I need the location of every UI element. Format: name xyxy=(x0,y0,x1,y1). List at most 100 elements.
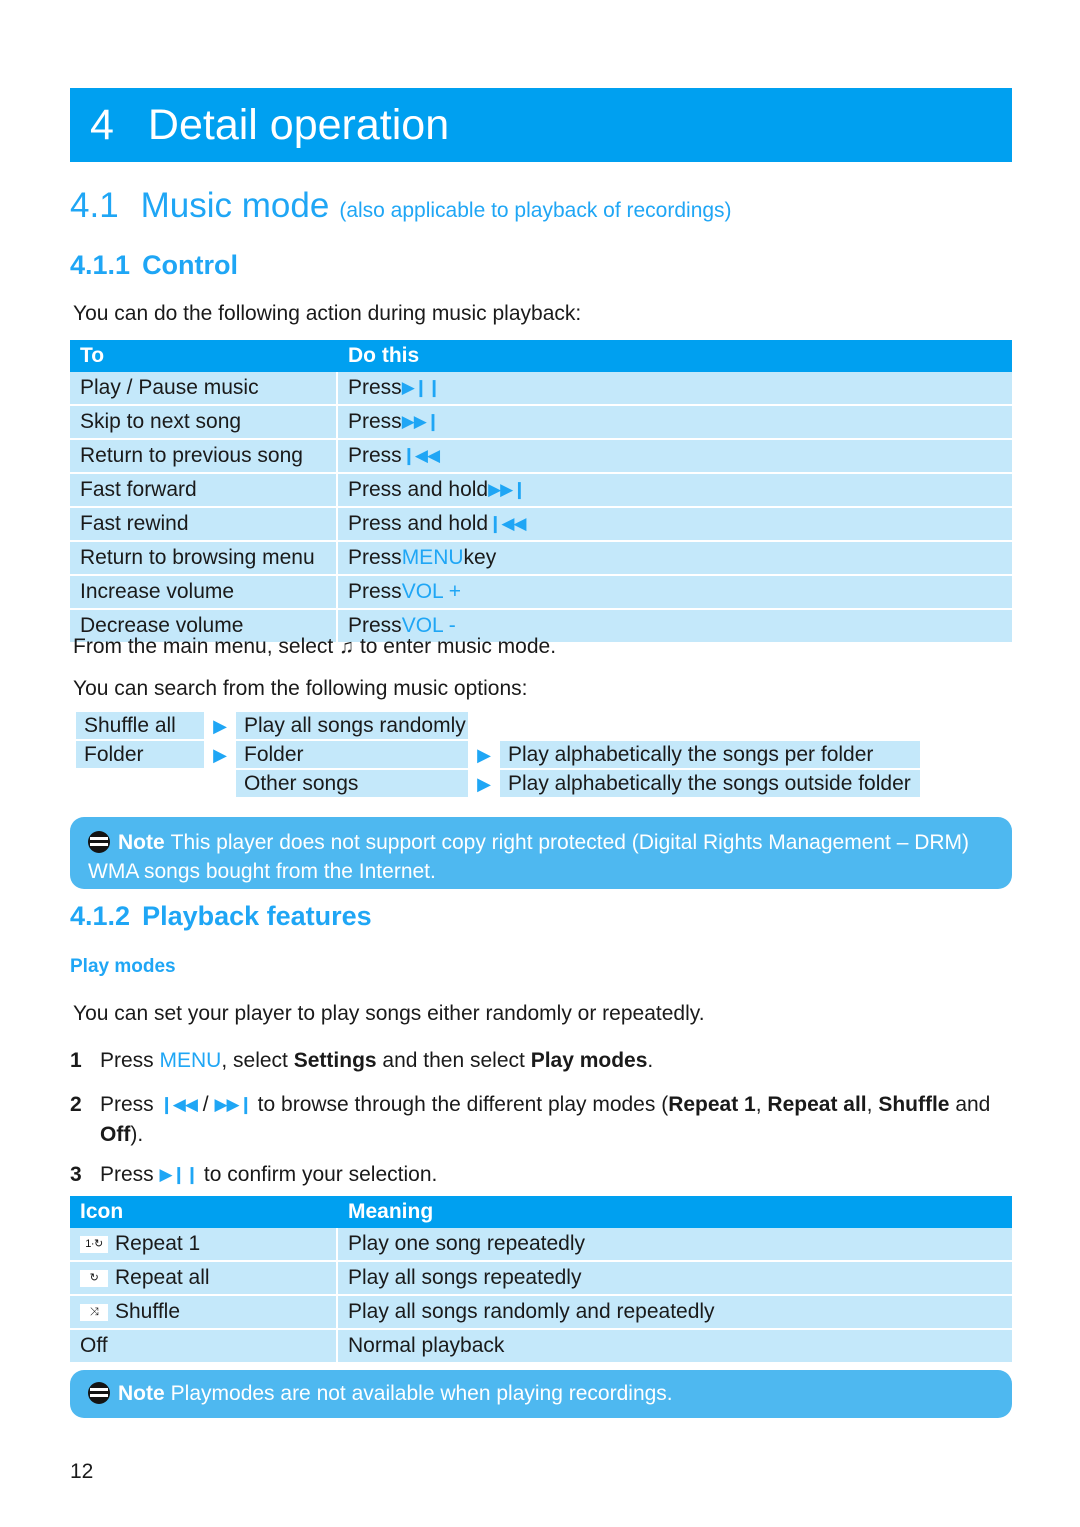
transport-icon: ▶❙❙ xyxy=(159,1165,200,1184)
control-table-header: To Do this xyxy=(70,340,1012,372)
step-text: Press ▶❙❙ to confirm your selection. xyxy=(100,1160,1010,1190)
section-title: Music mode xyxy=(140,186,330,225)
chapter-title: Detail operation xyxy=(147,100,450,149)
plain-text: to browse through the different play mod… xyxy=(251,1093,669,1116)
note-playmodes-text: Playmodes are not available when playing… xyxy=(170,1382,673,1405)
arrow-right-icon: ▶ xyxy=(468,712,500,741)
section-subtitle: (also applicable to playback of recordin… xyxy=(339,199,732,222)
section-number: 4.1 xyxy=(70,186,119,225)
table-row: Fast forward Press and hold ▶▶❙ xyxy=(70,472,1012,506)
enter-music-mode-after: to enter music mode. xyxy=(359,635,557,658)
note-playmodes: Note Playmodes are not available when pla… xyxy=(70,1370,1012,1418)
press-label: Press xyxy=(348,410,402,433)
plain-text: to confirm your selection. xyxy=(198,1163,438,1186)
note-icon xyxy=(88,1382,110,1404)
diagram-option-level1: Folder xyxy=(76,741,204,770)
table-row: 1·↻ Repeat 1 Play one song repeatedly xyxy=(70,1228,1012,1260)
table-row: Return to previous song Press ❙◀◀ xyxy=(70,438,1012,472)
search-options-line: You can search from the following music … xyxy=(73,677,528,700)
note-drm-label: Note xyxy=(118,831,165,854)
key-label: VOL + xyxy=(401,580,462,603)
chapter-banner: 4 Detail operation xyxy=(70,88,1012,162)
chapter-number: 4 xyxy=(90,100,114,149)
control-intro-text: You can do the following action during m… xyxy=(73,302,582,325)
play-mode-label: Repeat all xyxy=(115,1266,210,1289)
table-row: Increase volume Press VOL + xyxy=(70,574,1012,608)
arrow-right-icon: ▶ xyxy=(477,774,491,794)
table-row: Off Normal playback xyxy=(70,1328,1012,1362)
table-row: ↻ Repeat all Play all songs repeatedly xyxy=(70,1260,1012,1294)
emphasis-text: Repeat 1 xyxy=(668,1093,756,1116)
play-mode-label: Off xyxy=(80,1334,108,1357)
control-action-label: Return to previous song xyxy=(70,440,338,472)
diagram-option-level1: Shuffle all xyxy=(76,712,204,741)
control-instruction: Press and hold ❙◀◀ xyxy=(338,508,1012,540)
step-text: Press MENU, select Settings and then sel… xyxy=(100,1046,1010,1076)
arrow-right-icon: ▶ xyxy=(213,716,227,736)
table-row: Fast rewind Press and hold ❙◀◀ xyxy=(70,506,1012,540)
play-mode-label: Repeat 1 xyxy=(115,1232,201,1255)
control-action-label: Skip to next song xyxy=(70,406,338,438)
control-instruction: Press MENU key xyxy=(338,542,1012,574)
plain-text: / xyxy=(196,1093,215,1116)
step-item: 1 Press MENU, select Settings and then se… xyxy=(70,1046,1010,1076)
arrow-right-icon: ▶ xyxy=(213,745,227,765)
previous-track-icon: ❙◀◀ xyxy=(488,513,526,533)
note-drm-text: This player does not support copy right … xyxy=(88,831,970,883)
plain-text: Press xyxy=(100,1163,160,1186)
emphasis-text: Shuffle xyxy=(878,1093,950,1116)
music-options-diagram: Shuffle all▶Play all songs randomly▶Fold… xyxy=(76,712,976,799)
table-row: Return to browsing menu Press MENU key xyxy=(70,540,1012,574)
step-number: 1 xyxy=(70,1049,82,1072)
control-action-label: Fast rewind xyxy=(70,508,338,540)
control-instruction: Press ▶▶❙ xyxy=(338,406,1012,438)
press-label: Press and hold xyxy=(348,478,489,501)
play-mode-meaning: Normal playback xyxy=(348,1334,505,1357)
shuffle-icon: ⤨ xyxy=(80,1303,108,1321)
playback-intro-text: You can set your player to play songs ei… xyxy=(73,1002,705,1025)
table-row: Skip to next song Press ▶▶❙ xyxy=(70,404,1012,438)
next-track-icon: ▶▶❙ xyxy=(488,479,526,499)
table-row: Play / Pause music Press ▶❙❙ xyxy=(70,372,1012,404)
control-action-label: Play / Pause music xyxy=(70,372,338,404)
diagram-row: Folder ▶ Folder ▶ Play alphabetically the so… xyxy=(76,741,976,770)
key-label: MENU xyxy=(159,1049,222,1072)
repeat-all-icon: ↻ xyxy=(80,1269,108,1287)
table-row: ⤨ Shuffle Play all songs randomly and repe… xyxy=(70,1294,1012,1328)
play-mode-meaning: Play one song repeatedly xyxy=(348,1232,585,1255)
diagram-option-level2: Folder xyxy=(236,741,468,770)
subsection-playback-title: Playback features xyxy=(142,901,372,931)
emphasis-text: Off xyxy=(100,1123,131,1146)
emphasis-text: Settings xyxy=(293,1049,377,1072)
control-action-label: Fast forward xyxy=(70,474,338,506)
control-action-label: Increase volume xyxy=(70,576,338,608)
manual-page: 4 Detail operation 4.1 Music mode (also … xyxy=(0,0,1080,1527)
step-number: 2 xyxy=(70,1093,82,1116)
plain-text: Press xyxy=(100,1093,160,1116)
control-instruction: Press and hold ▶▶❙ xyxy=(338,474,1012,506)
control-table: To Do this Play / Pause music Press ▶❙❙ Sk… xyxy=(70,340,1012,642)
play-mode-icon-cell: ↻ Repeat all xyxy=(70,1262,338,1294)
transport-icon: ❙◀◀ xyxy=(159,1095,198,1114)
play-pause-icon: ▶❙❙ xyxy=(401,377,442,397)
play-mode-label: Shuffle xyxy=(115,1300,180,1323)
next-track-icon: ▶▶❙ xyxy=(401,411,440,431)
note-playmodes-label: Note xyxy=(118,1382,165,1405)
plain-text: Press xyxy=(100,1049,160,1072)
diagram-option-level3 xyxy=(500,712,920,741)
plain-text: , xyxy=(866,1093,879,1116)
subsection-control-number: 4.1.1 xyxy=(70,250,131,280)
play-mode-meaning: Play all songs repeatedly xyxy=(348,1266,582,1289)
transport-icon: ▶▶❙ xyxy=(214,1095,252,1114)
icon-table-header: Icon Meaning xyxy=(70,1196,1012,1228)
step-item: 2 Press ❙◀◀ / ▶▶❙ to browse through the d… xyxy=(70,1090,1010,1150)
arrow-right-icon: ▶ xyxy=(477,745,491,765)
play-mode-meaning: Play all songs randomly and repeatedly xyxy=(348,1300,715,1323)
control-instruction: Press ▶❙❙ xyxy=(338,372,1012,404)
step-number: 3 xyxy=(70,1163,82,1186)
control-table-header-to: To xyxy=(80,344,105,367)
plain-text: . xyxy=(647,1049,654,1072)
key-label: MENU xyxy=(401,546,464,569)
diagram-option-level3: Play alphabetically the songs per folder xyxy=(500,741,920,770)
icon-table-header-meaning: Meaning xyxy=(348,1200,434,1223)
